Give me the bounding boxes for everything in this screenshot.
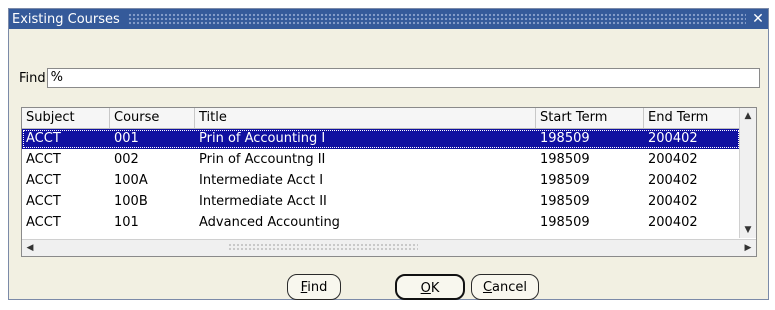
cell-subject: ACCT (26, 131, 61, 146)
find-button-label: ind (307, 280, 328, 295)
table-row[interactable]: ACCT 101 Advanced Accounting 198509 2004… (22, 213, 740, 233)
find-button[interactable]: Find (287, 274, 341, 300)
horizontal-scrollbar[interactable]: ◀ ▶ (22, 239, 756, 256)
cell-title: Prin of Accounting I (199, 131, 326, 146)
courses-table: Subject Course Title Start Term End Term… (21, 107, 757, 257)
existing-courses-dialog: Existing Courses ✕ Find % Subject Course… (8, 8, 769, 300)
cell-course: 101 (114, 215, 139, 230)
cancel-button-label: ancel (492, 280, 528, 295)
cell-end-term: 200402 (648, 152, 698, 167)
column-header-subject[interactable]: Subject (22, 108, 110, 128)
scroll-left-icon[interactable]: ◀ (24, 242, 36, 254)
find-row: Find % (19, 67, 760, 89)
find-input[interactable]: % (46, 68, 760, 88)
cell-course: 001 (114, 131, 139, 146)
vertical-scrollbar[interactable]: ▲ ▼ (739, 108, 756, 238)
column-header-start-term[interactable]: Start Term (536, 108, 644, 128)
cell-start-term: 198509 (540, 131, 590, 146)
cell-course: 100B (114, 194, 148, 209)
window-title: Existing Courses (12, 11, 120, 27)
cell-subject: ACCT (26, 194, 61, 209)
ok-button[interactable]: OK (395, 274, 465, 300)
find-label: Find (19, 70, 46, 86)
cell-subject: ACCT (26, 152, 61, 167)
table-row[interactable]: ACCT 100A Intermediate Acct I 198509 200… (22, 171, 740, 191)
cell-start-term: 198509 (540, 194, 590, 209)
table-row[interactable]: ACCT 002 Prin of Accountng II 198509 200… (22, 150, 740, 170)
cancel-button-mnemonic: C (482, 280, 493, 295)
ok-button-label: K (430, 281, 440, 296)
cell-title: Intermediate Acct II (199, 194, 327, 209)
cell-end-term: 200402 (648, 173, 698, 188)
cell-start-term: 198509 (540, 152, 590, 167)
close-icon[interactable]: ✕ (750, 11, 766, 27)
ok-button-mnemonic: O (420, 281, 431, 296)
column-header-title[interactable]: Title (195, 108, 536, 128)
scroll-right-icon[interactable]: ▶ (742, 242, 754, 254)
scroll-thumb[interactable] (228, 243, 418, 252)
cell-title: Intermediate Acct I (199, 173, 324, 188)
cell-title: Prin of Accountng II (199, 152, 326, 167)
table-row[interactable]: ACCT 100B Intermediate Acct II 198509 20… (22, 192, 740, 212)
cell-end-term: 200402 (648, 194, 698, 209)
cancel-button[interactable]: Cancel (471, 274, 539, 300)
column-header-course[interactable]: Course (110, 108, 195, 128)
column-header-end-term[interactable]: End Term (644, 108, 740, 128)
cell-end-term: 200402 (648, 131, 698, 146)
table-header: Subject Course Title Start Term End Term (22, 108, 740, 129)
table-row[interactable]: ACCT 001 Prin of Accounting I 198509 200… (22, 129, 740, 149)
cell-end-term: 200402 (648, 215, 698, 230)
scroll-up-icon[interactable]: ▲ (742, 110, 754, 122)
cell-course: 100A (114, 173, 148, 188)
cell-title: Advanced Accounting (199, 215, 340, 230)
cell-start-term: 198509 (540, 215, 590, 230)
title-bar-pattern (127, 13, 746, 25)
scroll-down-icon[interactable]: ▼ (742, 224, 754, 236)
button-bar: Find OK Cancel (9, 274, 768, 302)
cell-subject: ACCT (26, 173, 61, 188)
title-bar[interactable]: Existing Courses ✕ (9, 9, 768, 29)
cell-course: 002 (114, 152, 139, 167)
cell-subject: ACCT (26, 215, 61, 230)
cell-start-term: 198509 (540, 173, 590, 188)
